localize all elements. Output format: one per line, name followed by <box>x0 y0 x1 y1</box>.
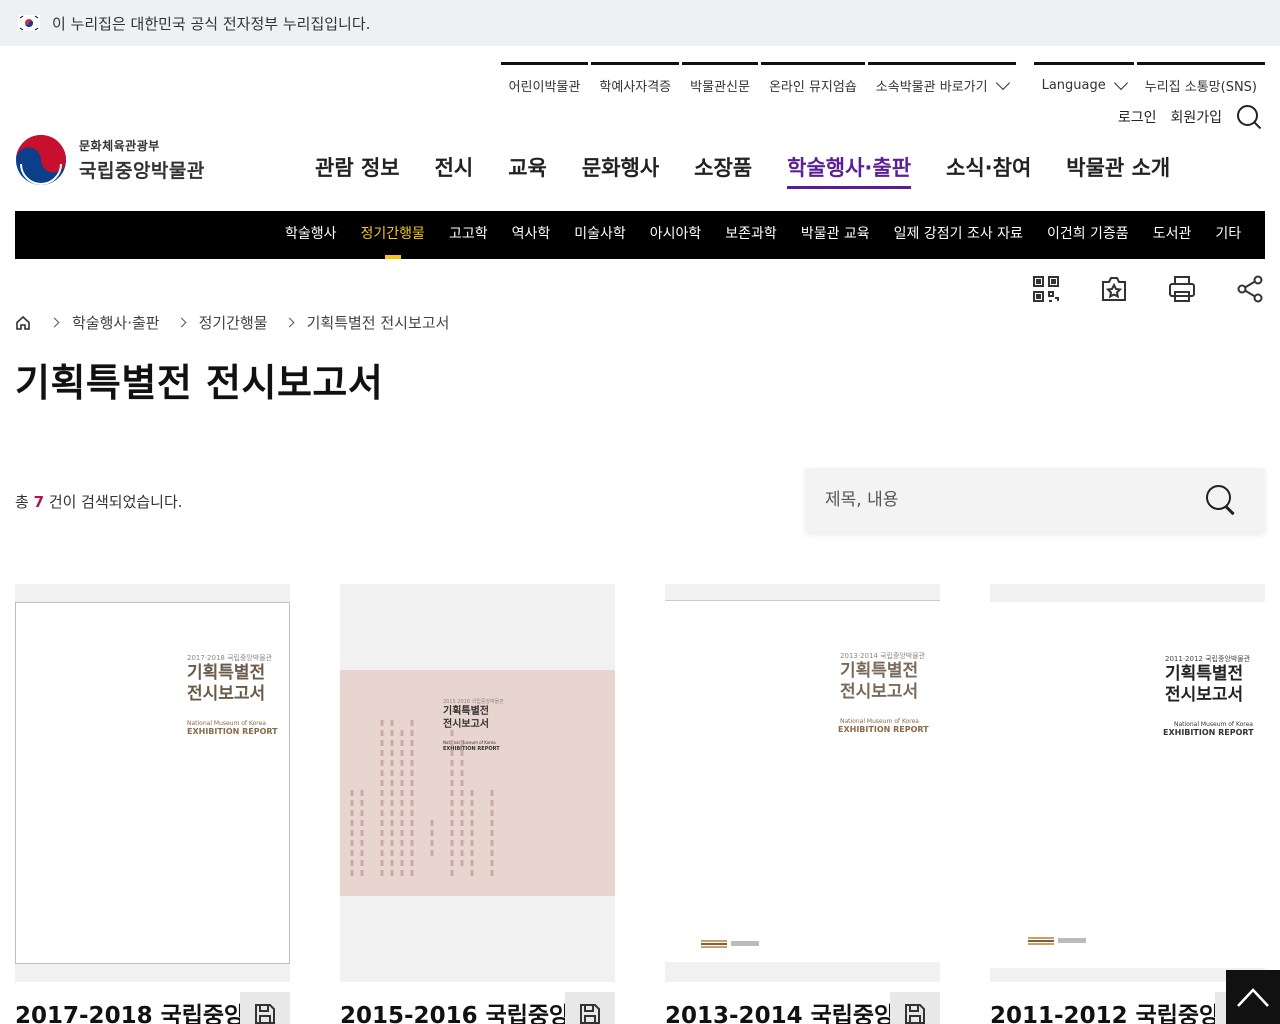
book-cover[interactable]: 2013·2014 국립중앙박물관 기획특별전 전시보고서 National Mu… <box>665 584 940 982</box>
subnav-museum-education[interactable]: 박물관 교육 <box>801 211 870 259</box>
subnav-archaeology[interactable]: 고고학 <box>449 211 488 259</box>
result-count: 총 7 건이 검색되었습니다. <box>15 493 183 511</box>
signup-link[interactable]: 회원가입 <box>1170 107 1222 127</box>
cover-decoration <box>350 720 494 880</box>
search-icon[interactable] <box>1205 484 1237 516</box>
breadcrumb: 학술행사·출판 정기간행물 기획특별전 전시보고서 <box>15 312 449 333</box>
korea-flag-icon <box>18 15 40 31</box>
search-icon[interactable] <box>1236 104 1262 130</box>
subnav-history[interactable]: 역사학 <box>512 211 551 259</box>
save-icon <box>580 1004 600 1024</box>
book-cover[interactable]: 2015·2016 국립중앙박물관 기획특별전 전시보고서 National Mu… <box>340 584 615 982</box>
nav-events[interactable]: 문화행사 <box>582 152 659 189</box>
breadcrumb-periodicals[interactable]: 정기간행물 <box>199 312 268 333</box>
breadcrumb-current[interactable]: 기획특별전 전시보고서 <box>307 312 450 333</box>
scroll-top-button[interactable] <box>1226 970 1280 1024</box>
util-curator-cert[interactable]: 학예사자격증 <box>591 62 680 98</box>
main-nav: 관람 정보 전시 교육 문화행사 소장품 학술행사·출판 소식·참여 박물관 소… <box>315 152 1205 189</box>
nav-about[interactable]: 박물관 소개 <box>1066 152 1170 189</box>
publication-title[interactable]: 2015-2016 국립중앙 <box>340 996 570 1024</box>
save-icon <box>905 1004 925 1024</box>
chevron-right-icon <box>176 317 187 328</box>
book-cover[interactable]: 2017·2018 국립중앙박물관 기획특별전 전시보고서 National Mu… <box>15 584 290 982</box>
bookmark-icon[interactable] <box>1099 274 1129 304</box>
chevron-up-icon <box>1237 988 1269 1007</box>
subnav-conservation[interactable]: 보존과학 <box>725 211 777 259</box>
subnav-art-history[interactable]: 미술사학 <box>574 211 626 259</box>
save-icon <box>255 1004 275 1024</box>
subnav-periodicals[interactable]: 정기간행물 <box>361 211 425 259</box>
publication-title[interactable]: 2017-2018 국립중앙 <box>15 996 245 1024</box>
nav-visit-info[interactable]: 관람 정보 <box>315 152 400 189</box>
publication-title[interactable]: 2011-2012 국립중앙 <box>990 996 1220 1024</box>
search-box <box>805 468 1265 532</box>
nav-exhibitions[interactable]: 전시 <box>435 152 474 189</box>
publication-card[interactable]: 2013·2014 국립중앙박물관 기획특별전 전시보고서 National Mu… <box>665 584 940 1024</box>
chevron-right-icon <box>284 317 295 328</box>
subnav-colonial-survey[interactable]: 일제 강점기 조사 자료 <box>894 211 1023 259</box>
breadcrumb-research[interactable]: 학술행사·출판 <box>72 312 160 333</box>
publication-list: 2017·2018 국립중앙박물관 기획특별전 전시보고서 National Mu… <box>15 584 1265 1024</box>
chevron-right-icon <box>49 317 60 328</box>
nav-education[interactable]: 교육 <box>508 152 547 189</box>
book-cover[interactable]: 2011·2012 국립중앙박물관 기획특별전 전시보고서 National Mu… <box>990 584 1265 982</box>
download-button[interactable] <box>240 992 290 1024</box>
utility-nav: 어린이박물관 학예사자격증 박물관신문 온라인 뮤지엄숍 소속박물관 바로가기 … <box>498 62 1265 98</box>
download-button[interactable] <box>890 992 940 1024</box>
page-tools <box>1031 274 1265 304</box>
util-sns[interactable]: 누리집 소통망(SNS) <box>1136 62 1265 98</box>
publication-card[interactable]: 2015·2016 국립중앙박물관 기획특별전 전시보고서 National Mu… <box>340 584 615 1024</box>
result-count-number: 7 <box>33 493 45 511</box>
nav-collections[interactable]: 소장품 <box>694 152 752 189</box>
publication-card[interactable]: 2011·2012 국립중앙박물관 기획특별전 전시보고서 National Mu… <box>990 584 1265 1024</box>
taegeuk-emblem-icon <box>16 135 66 185</box>
login-row: 로그인 회원가입 <box>1118 104 1262 130</box>
qr-code-icon[interactable] <box>1031 274 1061 304</box>
subnav-academic-events[interactable]: 학술행사 <box>285 211 337 259</box>
subnav-asian-studies[interactable]: 아시아학 <box>650 211 702 259</box>
museum-logo-icon <box>701 940 759 948</box>
sub-nav: 학술행사 정기간행물 고고학 역사학 미술사학 아시아학 보존과학 박물관 교육… <box>15 211 1265 259</box>
search-input[interactable] <box>805 468 1185 532</box>
util-kids-museum[interactable]: 어린이박물관 <box>500 62 589 98</box>
museum-logo-icon <box>1028 937 1086 945</box>
chevron-down-icon <box>995 75 1010 90</box>
subnav-library[interactable]: 도서관 <box>1153 211 1192 259</box>
ministry-name: 문화체육관광부 <box>79 139 160 153</box>
page-title: 기획특별전 전시보고서 <box>15 361 384 405</box>
share-icon[interactable] <box>1235 274 1265 304</box>
nav-research-publications[interactable]: 학술행사·출판 <box>787 152 912 189</box>
home-icon[interactable] <box>15 315 31 331</box>
download-button[interactable] <box>565 992 615 1024</box>
gov-banner: 이 누리집은 대한민국 공식 전자정부 누리집입니다. <box>0 0 1280 46</box>
util-affiliated-museums[interactable]: 소속박물관 바로가기 <box>867 62 1016 98</box>
publication-title[interactable]: 2013-2014 국립중앙 <box>665 996 895 1024</box>
site-logo[interactable]: 문화체육관광부 국립중앙박물관 <box>15 134 205 186</box>
util-language[interactable]: Language <box>1033 62 1134 98</box>
publication-card[interactable]: 2017·2018 국립중앙박물관 기획특별전 전시보고서 National Mu… <box>15 584 290 1024</box>
subnav-lee-kunhee-donation[interactable]: 이건희 기증품 <box>1047 211 1129 259</box>
subnav-etc[interactable]: 기타 <box>1215 211 1241 259</box>
nav-news[interactable]: 소식·참여 <box>946 152 1031 189</box>
gov-banner-text: 이 누리집은 대한민국 공식 전자정부 누리집입니다. <box>52 14 371 33</box>
chevron-down-icon <box>1113 75 1128 90</box>
museum-name: 국립중앙박물관 <box>79 160 205 182</box>
print-icon[interactable] <box>1167 274 1197 304</box>
login-link[interactable]: 로그인 <box>1118 107 1157 127</box>
util-museum-news[interactable]: 박물관신문 <box>682 62 758 98</box>
util-online-shop[interactable]: 온라인 뮤지엄숍 <box>760 62 865 98</box>
